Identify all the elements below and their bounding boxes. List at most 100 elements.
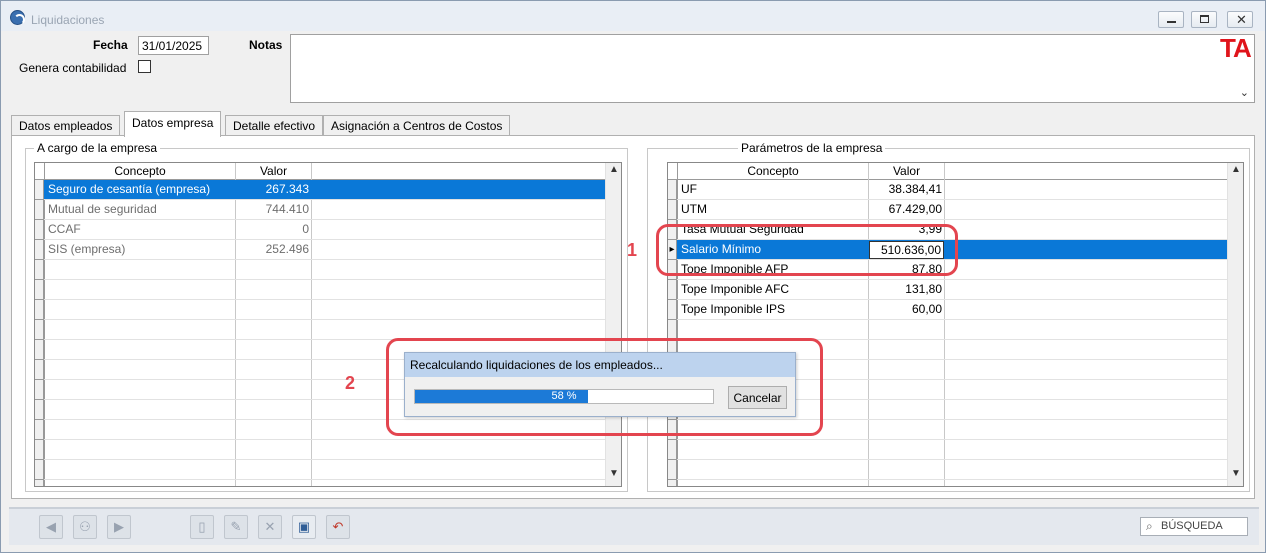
new-record-button[interactable]: ▯ [190,515,214,539]
row-indicator[interactable] [35,280,44,300]
arrow-right-icon: ▶ [114,519,124,534]
row-indicator[interactable] [35,180,44,200]
undo-button[interactable]: ↶ [326,515,350,539]
search-icon: ⌕ [1146,519,1153,533]
empty-row[interactable] [35,440,621,460]
row-indicator[interactable] [35,460,44,480]
table-row[interactable]: UTM 67.429,00 [668,200,1243,220]
row-indicator[interactable] [35,400,44,420]
col-header-valor[interactable]: Valor [869,163,945,180]
empty-row[interactable] [35,280,621,300]
empty-row[interactable] [668,480,1243,486]
col-header-concepto[interactable]: Concepto [678,163,869,180]
delete-button[interactable]: ✕ [258,515,282,539]
row-indicator[interactable] [668,180,677,200]
next-record-button[interactable]: ▶ [107,515,131,539]
tab-datos-empresa[interactable]: Datos empresa [124,111,222,137]
save-button[interactable]: ▣ [292,515,316,539]
binoculars-icon: ⚇ [79,519,91,534]
row-indicator[interactable] [35,260,44,280]
table-row[interactable]: Seguro de cesantía (empresa) 267.343 [35,180,621,200]
grid-parametros[interactable]: Concepto Valor UF 38.384,41 UTM 67.429,00 Ta… [667,162,1244,487]
table-row[interactable]: UF 38.384,41 [668,180,1243,200]
maximize-icon [1200,15,1209,23]
find-button[interactable]: ⚇ [73,515,97,539]
tab-detalle-efectivo[interactable]: Detalle efectivo [225,115,324,136]
cell-valor: 267.343 [265,182,309,196]
tab-asignacion-centros-costos[interactable]: Asignación a Centros de Costos [323,115,511,136]
row-indicator[interactable] [35,440,44,460]
row-indicator[interactable] [35,480,44,486]
minimize-button[interactable] [1158,11,1184,28]
row-indicator[interactable] [35,200,44,220]
table-row[interactable]: Mutual de seguridad 744.410 [35,200,621,220]
row-indicator[interactable] [668,300,677,320]
chevron-down-icon[interactable]: ⌄ [1240,86,1249,99]
vertical-scrollbar[interactable]: ▲ ▼ [1227,163,1243,486]
search-input[interactable]: ⌕ BÚSQUEDA [1140,517,1248,536]
liquidaciones-window: Liquidaciones ✕ Fecha 31/01/2025 Genera … [0,0,1266,553]
col-header-valor[interactable]: Valor [236,163,312,180]
fecha-input[interactable]: 31/01/2025 [138,36,209,55]
empty-row[interactable] [35,480,621,486]
row-indicator[interactable] [35,380,44,400]
cell-concepto: Tope Imponible IPS [681,302,786,316]
table-row[interactable]: Tope Imponible IPS 60,00 [668,300,1243,320]
annotation-number-2: 2 [345,373,356,393]
tab-datos-empleados[interactable]: Datos empleados [11,115,121,136]
previous-record-button[interactable]: ◀ [39,515,63,539]
empty-row[interactable] [35,320,621,340]
cell-concepto: Tope Imponible AFC [681,282,790,296]
group-parametros-empresa: Parámetros de la empresa Concepto Valor … [647,141,1250,492]
cell-concepto: Seguro de cesantía (empresa) [48,182,211,196]
empty-row[interactable] [35,260,621,280]
col-header-concepto[interactable]: Concepto [45,163,236,180]
scroll-down-icon[interactable]: ▼ [1231,468,1241,479]
scroll-down-icon[interactable]: ▼ [609,468,619,479]
row-indicator[interactable] [668,440,677,460]
row-indicator[interactable] [668,280,677,300]
grid-header: Concepto Valor [668,163,1227,180]
maximize-button[interactable] [1191,11,1217,28]
empty-row[interactable] [35,300,621,320]
genera-contabilidad-checkbox[interactable] [138,60,151,73]
row-indicator[interactable] [35,220,44,240]
notas-textarea[interactable]: ⌄ [290,34,1255,103]
row-indicator[interactable] [35,240,44,260]
empty-row[interactable] [668,460,1243,480]
row-indicator[interactable] [668,200,677,220]
empty-row[interactable] [35,460,621,480]
window-title: Liquidaciones [31,13,105,27]
empty-row[interactable] [668,440,1243,460]
row-indicator[interactable] [35,320,44,340]
edit-button[interactable]: ✎ [224,515,248,539]
row-indicator[interactable] [668,320,677,340]
cell-concepto: UTM [681,202,707,216]
grid-a-cargo[interactable]: Concepto Valor Seguro de cesantía (empre… [34,162,622,487]
delete-icon: ✕ [264,519,276,534]
row-indicator[interactable] [35,340,44,360]
table-row[interactable]: CCAF 0 [35,220,621,240]
row-indicator[interactable] [35,300,44,320]
vertical-scrollbar[interactable]: ▲ ▼ [605,163,621,486]
cell-valor: 38.384,41 [888,182,942,196]
search-label: BÚSQUEDA [1161,520,1223,532]
genera-contabilidad-label: Genera contabilidad [19,61,127,75]
scroll-up-icon[interactable]: ▲ [1231,164,1241,175]
close-button[interactable]: ✕ [1227,11,1253,28]
group-a-cargo-empresa: A cargo de la empresa Concepto Valor Seg… [25,141,628,492]
cell-concepto: Mutual de seguridad [48,202,157,216]
table-row[interactable]: Tope Imponible AFC 131,80 [668,280,1243,300]
row-indicator[interactable] [35,360,44,380]
table-row[interactable]: SIS (empresa) 252.496 [35,240,621,260]
annotation-box-1 [656,224,958,276]
cell-valor: 252.496 [265,242,309,256]
row-indicator[interactable] [668,460,677,480]
scroll-up-icon[interactable]: ▲ [609,164,619,175]
row-indicator[interactable] [35,420,44,440]
annotation-number-1: 1 [627,240,638,260]
empty-row[interactable] [668,320,1243,340]
cell-concepto: UF [681,182,697,196]
bottom-toolbar: ◀ ⚇ ▶ ▯ ✎ ✕ ▣ ↶ ⌕ BÚSQUEDA [9,507,1259,545]
row-indicator[interactable] [668,480,677,486]
